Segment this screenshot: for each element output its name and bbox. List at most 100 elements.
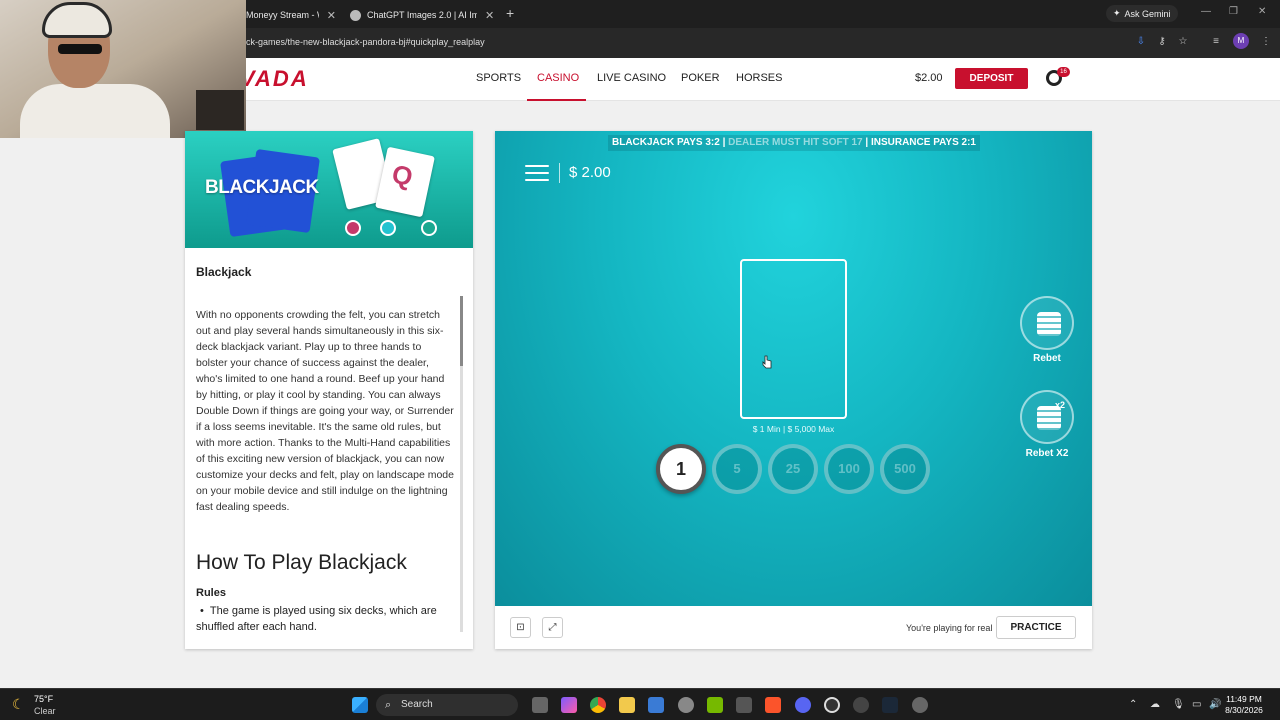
bullet-icon: • — [200, 605, 204, 617]
system-clock[interactable]: 11:49 PM 8/30/2026 — [1221, 694, 1267, 716]
tab-chatgpt-images[interactable]: ChatGPT Images 2.0 | AI Image ✕ — [350, 4, 495, 26]
settings-icon[interactable] — [678, 697, 694, 713]
chip-25[interactable]: 25 — [768, 444, 818, 494]
media-player-icon[interactable] — [853, 697, 869, 713]
steam-icon[interactable] — [882, 697, 898, 713]
webcam-overlay — [0, 0, 246, 138]
hand-cursor-icon — [762, 355, 772, 369]
reading-list-icon[interactable]: ≡ — [1210, 36, 1222, 48]
close-tab-icon[interactable]: ✕ — [327, 9, 336, 22]
nav-live-casino[interactable]: LIVE CASINO — [597, 72, 666, 84]
tray-chevron-icon[interactable]: ⌃ — [1129, 699, 1137, 710]
practice-button[interactable]: PRACTICE — [996, 616, 1076, 639]
blackjack-game: BLACKJACK PAYS 3:2 | DEALER MUST HIT SOF… — [495, 131, 1092, 649]
cloud-icon[interactable]: ☁ — [1150, 699, 1160, 710]
webcam-person-body — [20, 84, 170, 138]
nav-poker[interactable]: POKER — [681, 72, 720, 84]
app-icon[interactable] — [736, 697, 752, 713]
network-icon[interactable]: ▭ — [1192, 699, 1201, 710]
hamburger-menu-icon[interactable] — [525, 165, 549, 181]
volume-icon[interactable]: 🔊 — [1209, 699, 1221, 710]
profile-avatar[interactable]: M — [1233, 33, 1249, 49]
install-app-icon[interactable]: ⇩ — [1135, 36, 1147, 48]
banner-chip-green — [421, 220, 437, 236]
brave-icon[interactable] — [765, 697, 781, 713]
nav-horses[interactable]: HORSES — [736, 72, 782, 84]
minimize-game-icon[interactable]: ⊡ — [510, 617, 531, 638]
rebet-button[interactable] — [1020, 296, 1074, 350]
bet-spot[interactable] — [740, 259, 847, 419]
tab-title: ChatGPT Images 2.0 | AI Image — [367, 10, 477, 20]
key-icon[interactable]: ⚷ — [1156, 36, 1168, 48]
openai-favicon-icon — [350, 9, 361, 21]
banner-card-rank: Q — [389, 158, 416, 193]
banner-card-face: Q — [375, 146, 435, 218]
chip-5[interactable]: 5 — [712, 444, 762, 494]
rule-item: • The game is played using six decks, whi… — [196, 603, 456, 635]
game-title: Blackjack — [196, 265, 252, 279]
rule-text: The game is played using six decks, whic… — [196, 605, 437, 633]
deposit-button[interactable]: DEPOSIT — [955, 68, 1028, 89]
header-divider — [559, 163, 560, 183]
close-window-icon[interactable]: ✕ — [1258, 6, 1266, 17]
how-to-play-heading: How To Play Blackjack — [196, 551, 407, 574]
table-limits: $ 1 Min | $ 5,000 Max — [752, 424, 835, 434]
task-view-icon[interactable] — [532, 697, 548, 713]
gemini-label: Ask Gemini — [1124, 8, 1171, 19]
more-menu-icon[interactable]: ⋮ — [1260, 36, 1272, 48]
game-felt: BLACKJACK PAYS 3:2 | DEALER MUST HIT SOF… — [495, 131, 1092, 606]
ask-gemini-button[interactable]: ✦ Ask Gemini — [1106, 5, 1178, 22]
taskbar-search[interactable]: ⌕ Search — [376, 694, 518, 716]
info-scrollbar-thumb[interactable] — [460, 296, 463, 366]
address-bar[interactable]: ck-games/the-new-blackjack-pandora-bj#qu… — [246, 37, 485, 47]
active-nav-underline — [527, 99, 586, 101]
game-footer: ⊡ ⤢ You're playing for real PRACTICE — [495, 606, 1092, 649]
file-explorer-icon[interactable] — [619, 697, 635, 713]
moon-icon: ☾ — [12, 696, 25, 712]
x2-badge: x2 — [1055, 400, 1066, 410]
obs-icon[interactable] — [824, 697, 840, 713]
windows-taskbar: ☾ 75°F Clear ⌕ Search ⌃ ☁ 🎙 ▭ 🔊 11:49 PM… — [0, 688, 1280, 720]
sparkle-icon: ✦ — [1113, 8, 1121, 18]
nav-casino[interactable]: CASINO — [537, 72, 579, 84]
clock-date: 8/30/2026 — [1225, 705, 1263, 715]
table-rules-banner: BLACKJACK PAYS 3:2 | DEALER MUST HIT SOF… — [608, 135, 980, 151]
search-placeholder: Search — [401, 699, 433, 710]
new-tab-button[interactable]: + — [506, 5, 514, 21]
discord-icon[interactable] — [795, 697, 811, 713]
minimize-icon[interactable]: — — [1201, 6, 1211, 17]
rebet-x2-label: Rebet X2 — [1025, 448, 1069, 459]
rules-insurance: | INSURANCE PAYS 2:1 — [862, 137, 976, 148]
chip-500[interactable]: 500 — [880, 444, 930, 494]
maximize-icon[interactable]: ❐ — [1229, 6, 1238, 17]
site-logo[interactable]: VADA — [240, 66, 309, 92]
tab-moneyy-stream[interactable]: Moneyy Stream - W ✕ — [246, 4, 336, 26]
webcam-person-hat — [42, 2, 112, 38]
store-icon[interactable] — [648, 697, 664, 713]
game-info-panel: BLACKJACK Q Blackjack With no opponents … — [185, 131, 473, 649]
microphone-icon[interactable]: 🎙 — [1172, 699, 1185, 710]
bookmark-star-icon[interactable]: ☆ — [1177, 36, 1189, 48]
rebet-x2-button[interactable]: x2 — [1020, 390, 1074, 444]
windows-start-icon[interactable] — [352, 697, 368, 713]
banner-title: BLACKJACK — [205, 177, 319, 198]
chip-stack-icon — [1037, 312, 1061, 336]
rules-heading: Rules — [196, 587, 226, 599]
copilot-icon[interactable] — [561, 697, 577, 713]
real-play-notice: You're playing for real — [906, 623, 993, 633]
chip-100[interactable]: 100 — [824, 444, 874, 494]
nvidia-icon[interactable] — [707, 697, 723, 713]
app-icon[interactable] — [912, 697, 928, 713]
chip-1[interactable]: 1 — [656, 444, 706, 494]
search-icon: ⌕ — [385, 699, 392, 711]
nav-sports[interactable]: SPORTS — [476, 72, 521, 84]
temperature: 75°F — [34, 694, 54, 704]
game-description: With no opponents crowding the felt, you… — [196, 309, 454, 513]
banner-chip-pink — [345, 220, 361, 236]
game-balance: $ 2.00 — [569, 164, 611, 181]
rules-dealer: DEALER MUST HIT SOFT 17 — [728, 137, 863, 148]
account-balance: $2.00 — [915, 72, 943, 84]
chrome-icon[interactable] — [590, 697, 606, 713]
fullscreen-icon[interactable]: ⤢ — [542, 617, 563, 638]
close-tab-icon[interactable]: ✕ — [485, 9, 494, 22]
